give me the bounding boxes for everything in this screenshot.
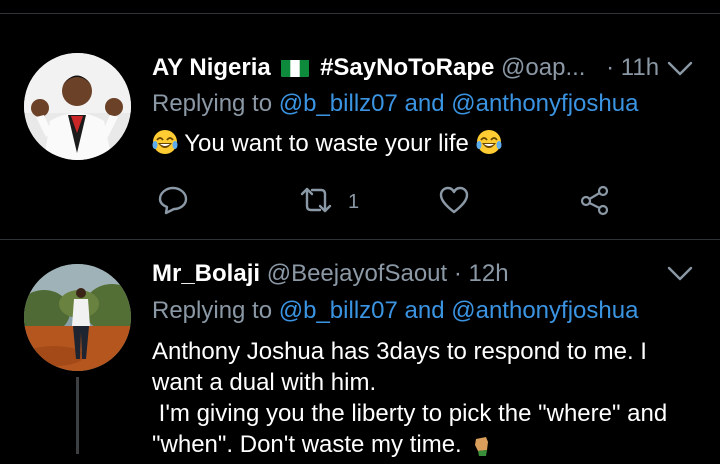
reply-icon <box>157 184 189 221</box>
share-button[interactable] <box>579 184 611 221</box>
replying-prefix: Replying to <box>152 90 273 117</box>
laughing-emoji-icon <box>152 129 178 155</box>
timestamp[interactable]: · 12h <box>454 260 509 287</box>
retweet-icon <box>298 184 334 221</box>
tweet-text-content: You want to waste your life <box>184 130 469 157</box>
hashtag[interactable]: #SayNoToRape <box>320 54 494 81</box>
tweet-divider <box>0 239 720 240</box>
share-icon <box>579 184 611 221</box>
mention-link[interactable]: @anthonyfjoshua <box>451 297 638 324</box>
retweet-button[interactable]: 1 <box>298 184 359 221</box>
replying-to: Replying to @b_billz07 and @anthonyfjosh… <box>152 90 638 118</box>
flag-nigeria-icon <box>281 58 310 77</box>
and-text[interactable]: and <box>405 297 445 324</box>
tweet-text: Anthony Joshua has 3days to respond to m… <box>152 336 712 460</box>
fist-emoji-icon <box>468 430 494 456</box>
chevron-down-icon[interactable] <box>667 60 693 78</box>
reply-button[interactable] <box>157 184 189 221</box>
display-name[interactable]: AY Nigeria <box>152 54 271 81</box>
action-bar: 1 <box>0 184 720 216</box>
replying-to: Replying to @b_billz07 and @anthonyfjosh… <box>152 297 638 325</box>
thread-line <box>76 377 79 454</box>
retweet-count: 1 <box>348 191 360 213</box>
heart-icon <box>438 184 470 221</box>
tweet-text-line: "when". Don't waste my time. <box>152 429 712 460</box>
like-button[interactable] <box>438 184 470 221</box>
avatar[interactable] <box>24 53 131 160</box>
and-text[interactable]: and <box>405 90 445 117</box>
replying-prefix: Replying to <box>152 297 273 324</box>
tweet-header: AY Nigeria #SayNoToRape @oap... · 11h <box>152 54 659 82</box>
mention-link[interactable]: @anthonyfjoshua <box>451 90 638 117</box>
avatar[interactable] <box>24 264 131 371</box>
mention-link[interactable]: @b_billz07 <box>279 297 398 324</box>
top-divider <box>0 13 720 14</box>
tweet-header: Mr_Bolaji @BeejayofSaout · 12h <box>152 260 509 288</box>
timestamp[interactable]: · 11h <box>606 54 659 81</box>
display-name[interactable]: Mr_Bolaji <box>152 260 260 287</box>
tweet-text: You want to waste your life <box>152 128 502 159</box>
tweet-text-line: want a dual with him. <box>152 369 377 396</box>
handle[interactable]: @BeejayofSaout <box>267 260 447 287</box>
tweet-text-line: Anthony Joshua has 3days to respond to m… <box>152 338 647 365</box>
handle[interactable]: @oap... <box>501 54 585 81</box>
tweet-text-line: I'm giving you the liberty to pick the "… <box>152 400 668 427</box>
mention-link[interactable]: @b_billz07 <box>279 90 398 117</box>
laughing-emoji-icon <box>476 129 502 155</box>
chevron-down-icon[interactable] <box>667 265 693 283</box>
